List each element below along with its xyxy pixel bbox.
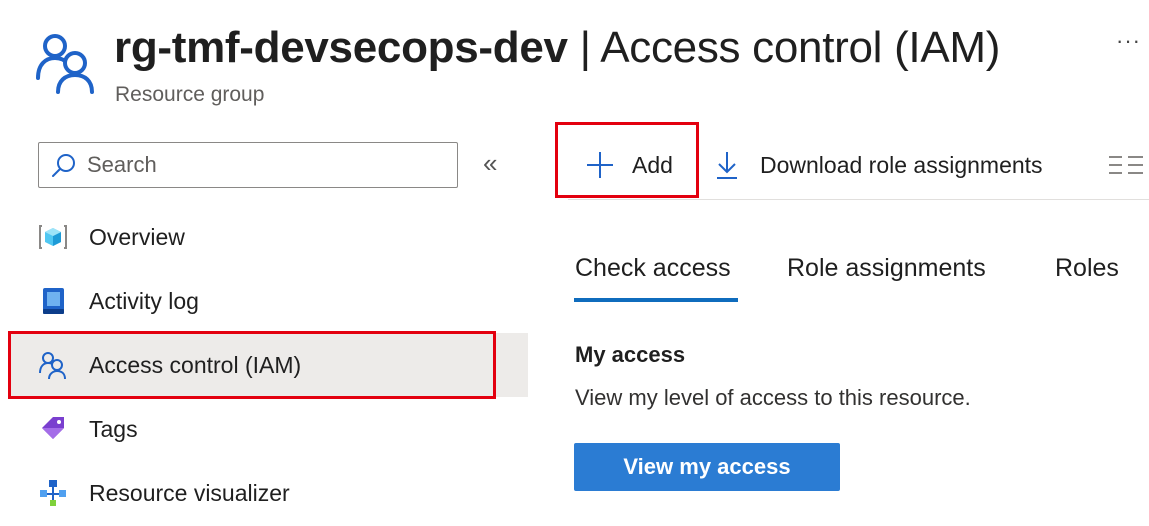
page-title: rg-tmf-devsecops-dev | Access control (I… bbox=[114, 20, 1000, 76]
highlight-box bbox=[555, 122, 699, 198]
tab-check-access[interactable]: Check access bbox=[575, 254, 731, 283]
sidebar-item-overview[interactable]: Overview bbox=[10, 205, 528, 269]
tag-icon bbox=[38, 414, 68, 444]
download-button-label: Download role assignments bbox=[760, 151, 1043, 178]
download-icon bbox=[717, 152, 737, 179]
more-options-button[interactable]: ··· bbox=[1116, 28, 1141, 54]
sidebar-item-resource-visualizer[interactable]: Resource visualizer bbox=[10, 461, 528, 525]
resource-type-label: Resource group bbox=[115, 83, 265, 106]
activity-log-icon bbox=[38, 286, 68, 316]
tab-roles[interactable]: Roles bbox=[1055, 254, 1119, 283]
highlight-box bbox=[8, 331, 496, 399]
tab-role-assignments[interactable]: Role assignments bbox=[787, 254, 986, 283]
title-separator: | bbox=[567, 23, 601, 72]
people-icon bbox=[36, 34, 94, 94]
sidebar-item-tags[interactable]: Tags bbox=[10, 397, 528, 461]
visualizer-icon bbox=[38, 478, 68, 508]
sidebar-item-label: Overview bbox=[89, 223, 185, 250]
sidebar-item-label: Tags bbox=[89, 415, 138, 442]
download-role-assignments-button[interactable]: Download role assignments bbox=[716, 142, 1043, 188]
view-my-access-button[interactable]: View my access bbox=[574, 443, 840, 491]
toolbar-divider bbox=[568, 199, 1149, 200]
search-icon bbox=[52, 154, 75, 177]
blade-name: Access control (IAM) bbox=[600, 23, 1001, 72]
sidebar-item-label: Resource visualizer bbox=[89, 479, 290, 506]
search-input[interactable] bbox=[87, 152, 447, 178]
sidebar-item-activity-log[interactable]: Activity log bbox=[10, 269, 528, 333]
my-access-description: View my level of access to this resource… bbox=[575, 385, 971, 410]
my-access-heading: My access bbox=[575, 342, 686, 367]
overview-icon bbox=[38, 222, 68, 252]
sidebar-item-label: Activity log bbox=[89, 287, 199, 314]
selected-tab-indicator bbox=[574, 298, 738, 302]
list-view-icon[interactable] bbox=[1109, 154, 1143, 176]
sidebar-search-box[interactable] bbox=[38, 142, 458, 188]
resource-name: rg-tmf-devsecops-dev bbox=[114, 23, 568, 72]
collapse-sidebar-button[interactable]: « bbox=[483, 148, 497, 179]
